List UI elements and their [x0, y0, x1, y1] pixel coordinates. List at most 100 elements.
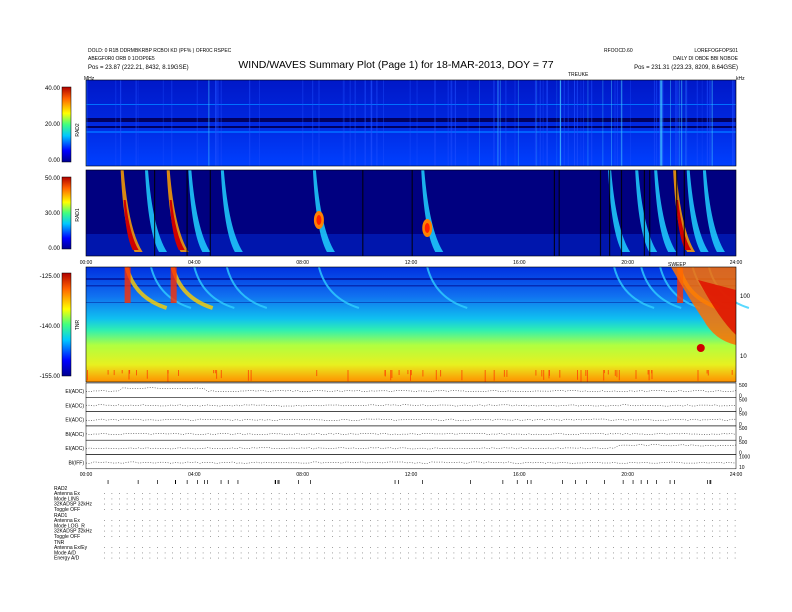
tnr-spike: [146, 370, 148, 379]
header-left-line1: DOLD: 0 R1B DDRMBKRBP RCBOI KD (PF% ) OF…: [88, 48, 232, 54]
rad2-streak: [602, 80, 604, 166]
event-marker: [586, 480, 587, 484]
tnr-spike: [410, 370, 412, 376]
bottom-xtick-2: 08:00: [296, 472, 309, 478]
rad2-streak: [312, 80, 314, 166]
line-right-top-4: 500: [739, 440, 748, 446]
tnr-spike: [435, 370, 437, 380]
tnr-label-top: TREUKE: [568, 72, 589, 78]
line-right-bot-5: 10: [739, 465, 745, 471]
tnr-spike: [541, 370, 543, 377]
line-panel-3: [85, 425, 737, 441]
rad2-streak: [662, 80, 664, 166]
header-right-line1: LOREFOGFOPS01: [694, 48, 738, 54]
footer-rad2-row-3: Toggle OFF: [54, 507, 80, 513]
rad2-streak: [505, 80, 507, 166]
rad1-dropout: [676, 170, 678, 256]
rad1-dropout: [209, 170, 211, 256]
tnr-spike: [616, 370, 618, 378]
event-marker: [530, 480, 532, 484]
tnr-spike: [178, 370, 179, 376]
event-marker: [277, 480, 279, 484]
line-series-2: [85, 418, 736, 421]
rad2-streak: [675, 80, 677, 166]
tnr-spike: [614, 370, 616, 376]
rad2-streak: [434, 80, 436, 166]
rad2-streak: [686, 80, 688, 166]
rad2-streak: [376, 80, 378, 166]
bottom-xtick-6: 24:00: [730, 472, 743, 478]
event-marker: [674, 480, 675, 484]
bottom-xtick-4: 16:00: [513, 472, 526, 478]
rad2-tick-bot: 0.00: [48, 158, 60, 164]
rad2-streak: [563, 80, 565, 166]
header-mid-right: RFOOCD.60: [604, 48, 633, 54]
event-marker: [298, 480, 299, 484]
rad2-streak: [120, 80, 122, 166]
tnr-spike: [167, 370, 169, 374]
rad2-streak: [217, 80, 219, 166]
tnr-spike: [506, 370, 508, 377]
tnr-spike: [390, 370, 392, 381]
event-marker: [278, 480, 280, 484]
tnr-tick-bot: -155.00: [40, 374, 61, 380]
rad2-streak: [162, 80, 164, 166]
event-marker: [157, 480, 158, 484]
rad1-xtick-4: 16:00: [513, 260, 526, 266]
rad2-streak: [620, 80, 623, 166]
tnr-spike: [220, 370, 222, 379]
tnr-burst-core-0: [124, 267, 131, 303]
rad2-streak: [383, 80, 384, 166]
rad1-dropout: [649, 170, 651, 256]
rad1-dropout: [411, 170, 413, 256]
tnr-spike: [250, 370, 252, 381]
rad2-streak: [536, 80, 538, 166]
rad2-streak: [249, 80, 251, 166]
tnr-spike: [707, 370, 709, 376]
rad2-streak: [138, 80, 139, 166]
rad1-xtick-1: 04:00: [188, 260, 201, 266]
rad2-streak: [659, 80, 661, 166]
rad2-streak: [447, 80, 449, 166]
rad2-streak: [567, 80, 569, 166]
event-marker: [632, 480, 634, 484]
line-right-top-5: 1000: [739, 455, 750, 461]
line-right-top-2: 500: [739, 412, 748, 418]
rad2-streak: [135, 80, 137, 166]
tnr-spike: [603, 370, 605, 381]
tnr-spike: [543, 370, 545, 380]
tnr-spike: [635, 370, 637, 379]
event-marker: [575, 480, 576, 484]
rad2-streak: [653, 80, 656, 166]
event-marker: [502, 480, 504, 484]
event-marker: [274, 480, 276, 484]
header-left-line2: ABEGF0R0 ORB 0 1OOP0E5: [88, 56, 155, 62]
tnr-spike: [607, 370, 609, 375]
tnr-spike: [697, 370, 699, 381]
rad2-streak: [454, 80, 456, 166]
event-marker: [204, 480, 205, 484]
rad2-streak: [514, 80, 516, 166]
event-marker: [527, 480, 528, 484]
tnr-spike: [647, 370, 649, 375]
rad1-blob-core-1: [424, 223, 430, 233]
event-marker: [310, 480, 311, 484]
line-label-0: EI(ADC): [65, 389, 84, 395]
rad2-streak: [711, 80, 713, 166]
tnr-hotspot: [696, 344, 705, 352]
rad1-tick-top: 50.00: [45, 176, 61, 182]
footer-rad1-row-3: Toggle OFF: [54, 534, 80, 540]
event-marker: [516, 480, 518, 484]
rad2-streak: [500, 80, 501, 166]
line-label-4: EI(ADC): [65, 446, 84, 452]
event-marker: [197, 480, 198, 484]
tnr-spike: [731, 370, 733, 375]
rad2-streak: [559, 80, 562, 166]
event-marker: [622, 480, 624, 484]
rad2-streak: [467, 80, 469, 166]
rad2-streak: [208, 80, 210, 166]
rad2-streak: [364, 80, 366, 166]
line-panel-4: [85, 439, 737, 455]
rad2-streak: [676, 80, 678, 166]
tnr-spike: [651, 370, 653, 380]
